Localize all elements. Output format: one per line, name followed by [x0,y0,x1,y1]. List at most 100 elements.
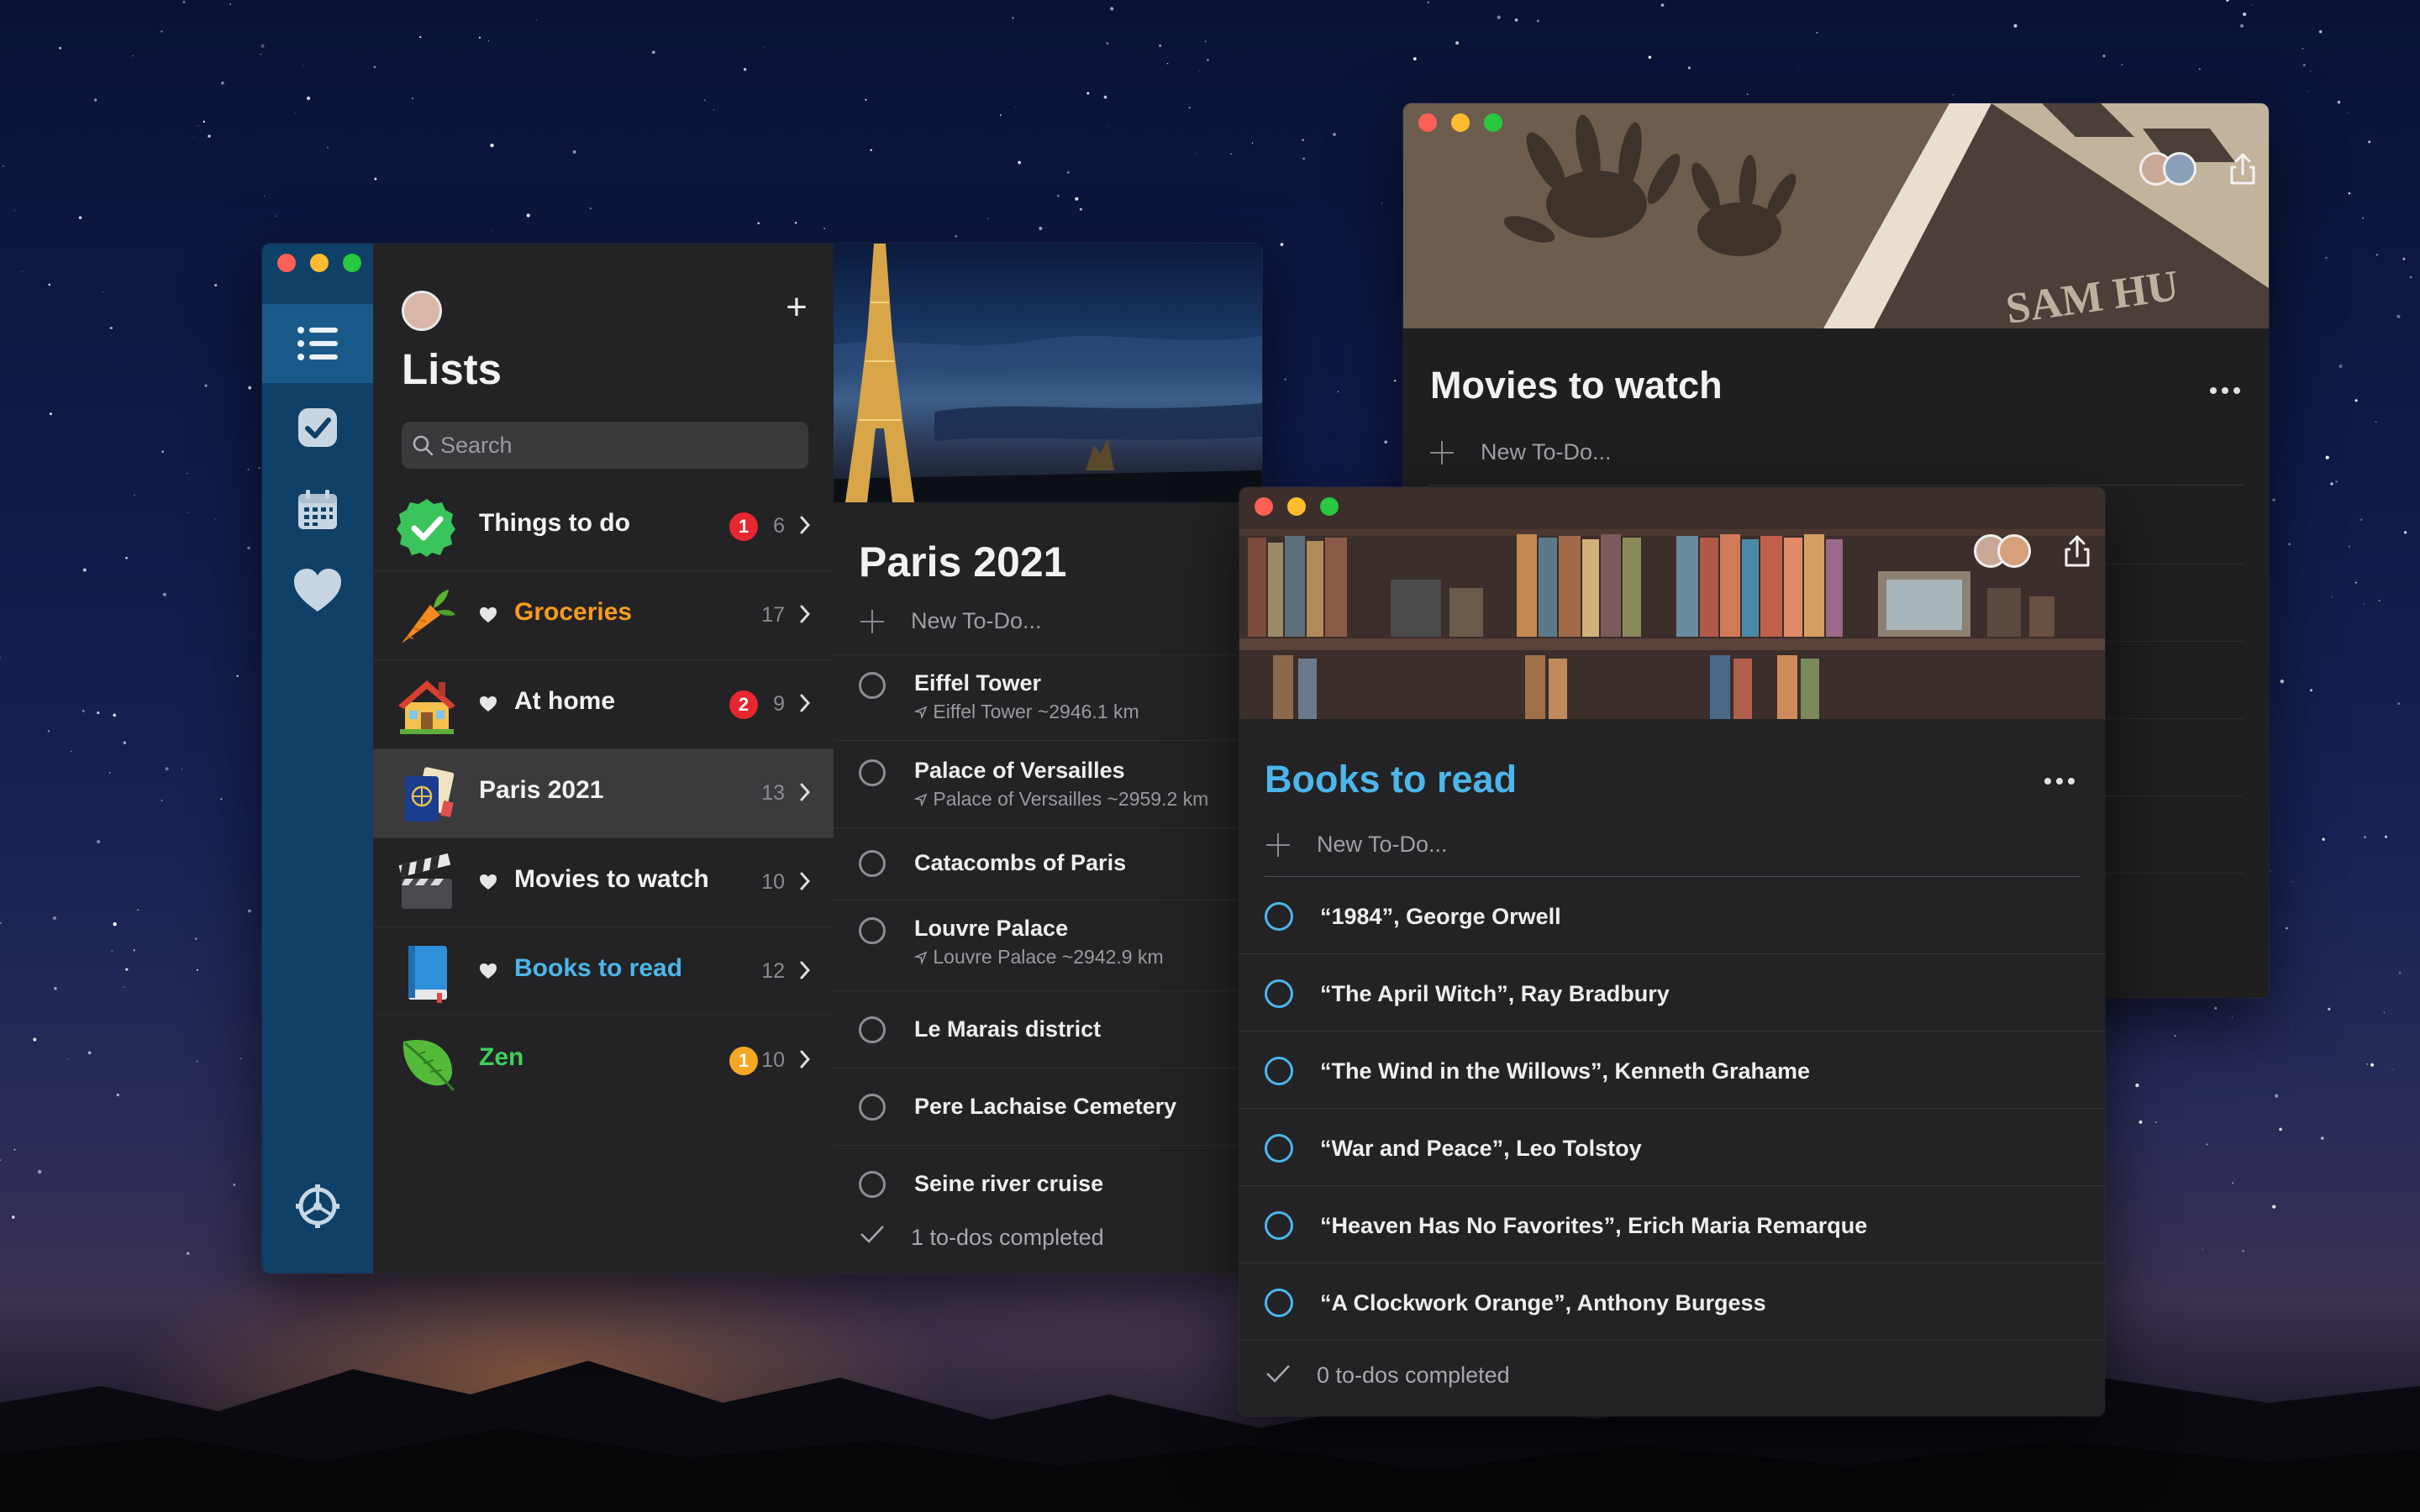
todo-checkbox[interactable] [1265,979,1293,1008]
todo-row[interactable]: Pere Lachaise Cemetery [834,1068,1262,1146]
star [1207,59,1209,61]
star [2354,581,2357,584]
share-icon[interactable] [2063,534,2091,568]
completed-toggle[interactable]: 0 to-dos completed [1239,1352,2105,1398]
rail-todos[interactable] [262,388,373,467]
star [21,271,23,273]
shared-avatars[interactable] [2139,152,2196,186]
star [2318,30,2323,34]
rail-calendar[interactable] [262,470,373,549]
new-todo-row[interactable]: New To-Do... [1403,434,2269,481]
close-button[interactable] [277,254,296,272]
todo-row[interactable]: “1984”, George Orwell [1239,877,2105,954]
new-todo-placeholder: New To-Do... [1481,439,1612,465]
star [87,1051,92,1055]
star [412,97,413,99]
todo-checkbox[interactable] [1265,1134,1293,1163]
avatar[interactable] [402,291,442,331]
star [2325,256,2328,260]
completed-count: 0 to-dos completed [1317,1362,1510,1388]
star [49,412,52,416]
todo-row[interactable]: Louvre Palace Louvre Palace ~2942.9 km [834,900,1262,991]
list-item-things-to-do[interactable]: Things to do 1 6 [373,482,834,571]
star [248,909,251,913]
star [2139,1120,2143,1124]
star [220,798,223,801]
chevron-right-icon [800,605,811,623]
todo-row[interactable]: Le Marais district [834,991,1262,1068]
todo-checkbox[interactable] [859,1171,886,1198]
todo-row[interactable]: “A Clockwork Orange”, Anthony Burgess [1239,1263,2105,1341]
favorite-heart-icon [480,874,497,890]
todo-checkbox[interactable] [859,1094,886,1121]
shared-avatars[interactable] [1974,534,2031,568]
todo-checkbox[interactable] [859,917,886,944]
todo-checkbox[interactable] [859,759,886,786]
share-icon[interactable] [2228,152,2257,186]
list-name: Paris 2021 [479,776,604,804]
todo-checkbox[interactable] [859,850,886,877]
completed-toggle[interactable]: 1 to-dos completed [834,1218,1262,1260]
more-options-button[interactable] [2210,387,2240,394]
todo-checkbox[interactable] [1265,902,1293,931]
todo-row[interactable]: Catacombs of Paris [834,828,1262,900]
todo-row[interactable]: Seine river cruise [834,1146,1262,1205]
star [13,1148,16,1151]
star [2360,518,2363,521]
new-todo-row[interactable]: New To-Do... [1239,825,2105,875]
rail-lists[interactable] [262,304,373,383]
list-item-at-home[interactable]: At home 2 9 [373,660,834,749]
checkmark-icon [298,408,337,447]
todo-row[interactable]: “Heaven Has No Favorites”, Erich Maria R… [1239,1186,2105,1263]
star [2328,1007,2331,1011]
star [2402,257,2406,260]
minimize-button[interactable] [310,254,329,272]
close-button[interactable] [1418,113,1437,132]
star [1188,106,1191,109]
minimize-button[interactable] [1287,497,1306,516]
header-image-eiffel-tower [834,244,1262,502]
star [763,46,765,48]
star [214,518,216,520]
todo-checkbox[interactable] [1265,1057,1293,1085]
star [1687,66,1691,70]
blue-book-icon [408,946,447,1003]
zoom-button[interactable] [1320,497,1339,516]
list-item-paris-2021[interactable]: Paris 2021 13 [373,749,834,838]
search-input[interactable]: Search [402,422,808,469]
todo-row[interactable]: “The Wind in the Willows”, Kenneth Graha… [1239,1032,2105,1109]
list-item-groceries[interactable]: Groceries 17 [373,571,834,660]
list-count: 10 [761,1048,785,1072]
add-list-button[interactable]: + [780,289,813,326]
todo-row[interactable]: Palace of Versailles Palace of Versaille… [834,741,1262,828]
star [14,210,16,212]
favorite-heart-icon [480,963,497,979]
todo-row[interactable]: Eiffel Tower Eiffel Tower ~2946.1 km [834,655,1262,741]
todo-title: “War and Peace”, Leo Tolstoy [1320,1136,1642,1161]
star [1067,171,1070,174]
todo-checkbox[interactable] [1265,1211,1293,1240]
list-title: Paris 2021 [859,538,1067,585]
settings-button[interactable] [296,1184,339,1232]
todo-title: Le Marais district [914,1016,1102,1042]
rail-favorites[interactable] [262,551,373,630]
more-options-button[interactable] [2044,778,2075,785]
todo-location: Eiffel Tower ~2946.1 km [913,701,1139,723]
star [123,741,127,745]
new-todo-row[interactable]: New To-Do... [834,605,1262,655]
star [2135,1083,2139,1088]
todo-checkbox[interactable] [859,1016,886,1043]
star [193,135,195,137]
list-item-zen[interactable]: Zen 1 10 [373,1016,834,1105]
minimize-button[interactable] [1451,113,1470,132]
list-item-books-to-read[interactable]: Books to read 12 [373,927,834,1016]
zoom-button[interactable] [343,254,361,272]
todo-checkbox[interactable] [859,672,886,699]
zoom-button[interactable] [1484,113,1502,132]
close-button[interactable] [1255,497,1273,516]
todo-row[interactable]: “The April Witch”, Ray Bradbury [1239,954,2105,1032]
list-item-movies-to-watch[interactable]: Movies to watch 10 [373,838,834,927]
todo-row[interactable]: “War and Peace”, Leo Tolstoy [1239,1109,2105,1186]
star [260,44,265,48]
todo-checkbox[interactable] [1265,1289,1293,1317]
